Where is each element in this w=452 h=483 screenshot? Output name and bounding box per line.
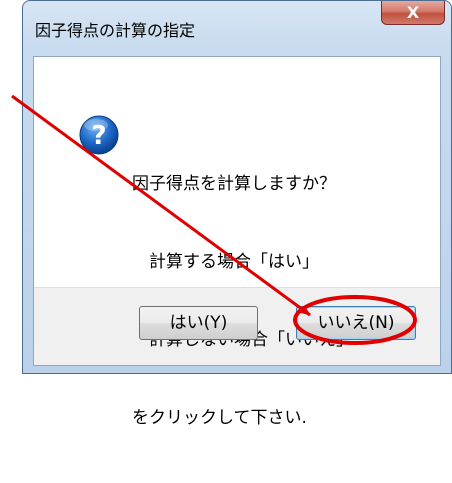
annotation-highlight-ellipse xyxy=(293,295,417,345)
message-line-4: をクリックして下さい. xyxy=(132,408,307,428)
annotation-arrow xyxy=(11,94,311,317)
annotation-overlay xyxy=(11,94,417,345)
